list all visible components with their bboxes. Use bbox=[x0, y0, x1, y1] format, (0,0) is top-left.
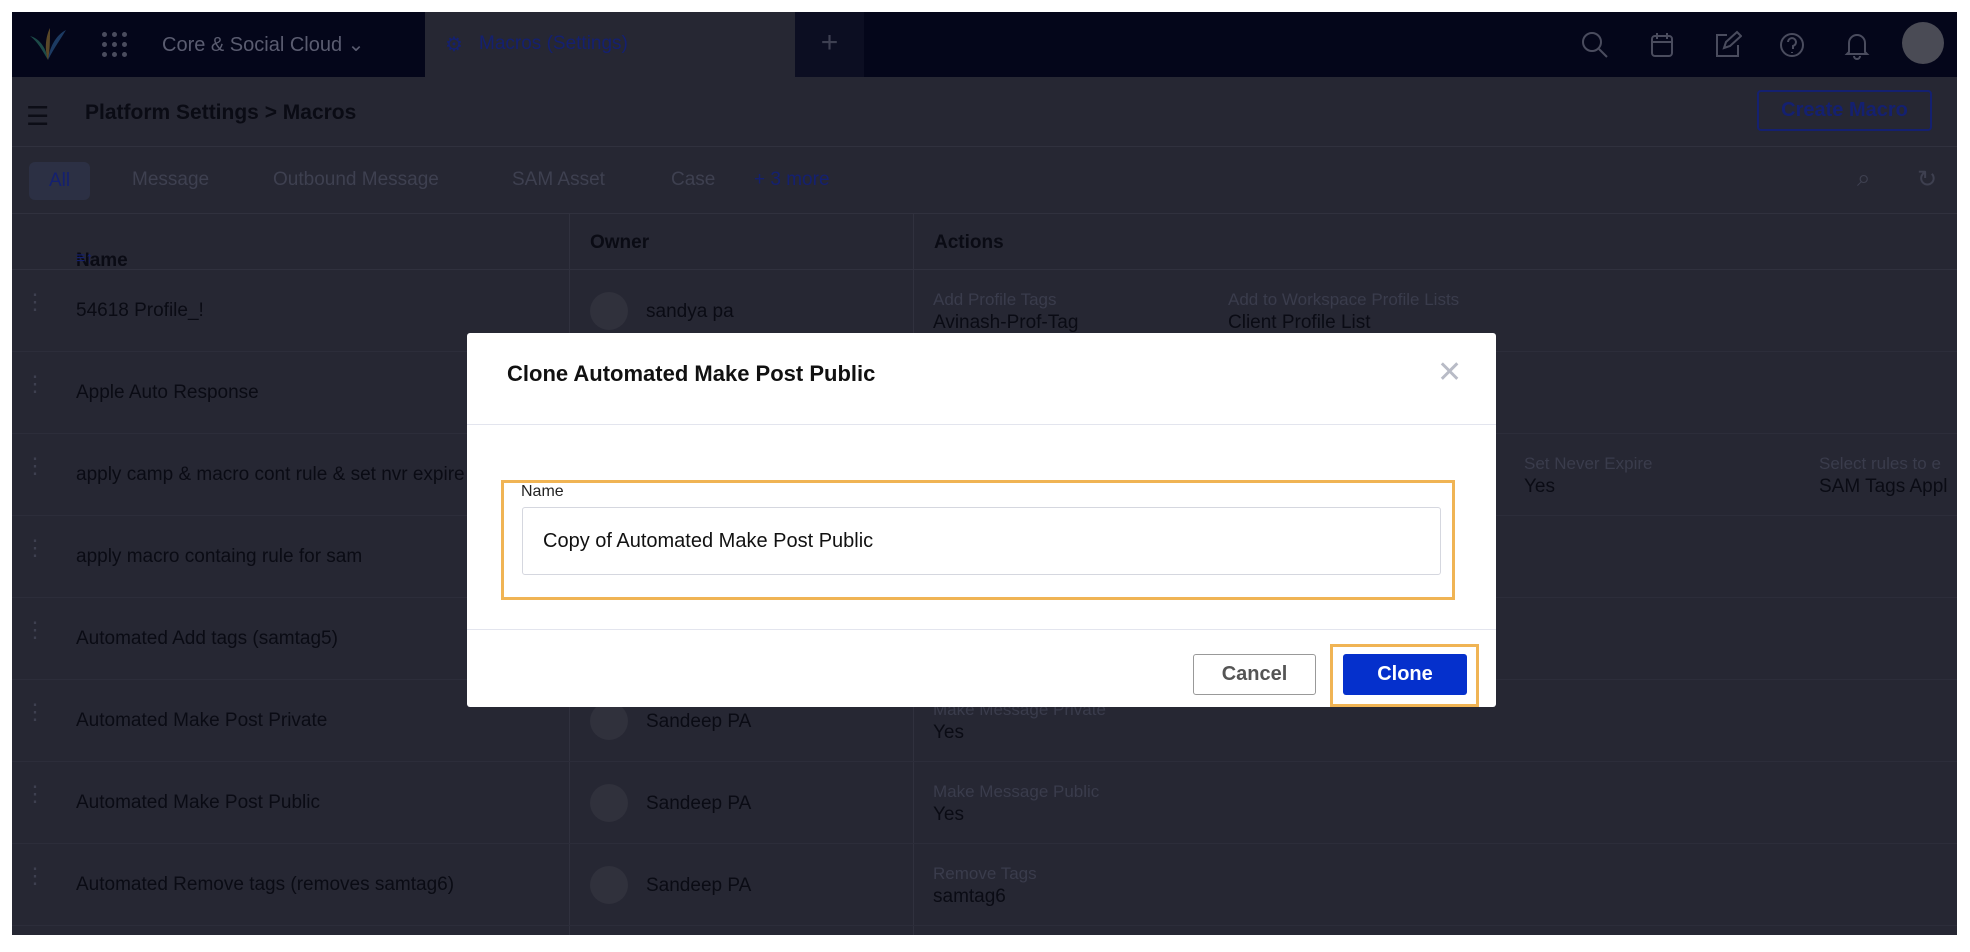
sort-icon[interactable]: ≡↑ bbox=[76, 250, 93, 268]
table-row[interactable]: ⋮ Automated Remove tags (removes samtag6… bbox=[12, 844, 1957, 926]
action-item: Set Never Expire Yes bbox=[1524, 454, 1653, 497]
row-menu-icon[interactable]: ⋮ bbox=[24, 701, 46, 723]
action-item: Remove Tags samtag6 bbox=[933, 864, 1037, 907]
divider bbox=[467, 629, 1496, 630]
breadcrumb: Platform Settings > Macros bbox=[85, 101, 357, 124]
filter-tab-case[interactable]: Case bbox=[671, 169, 715, 191]
action-item: Add to Workspace Profile Lists Client Pro… bbox=[1228, 290, 1460, 333]
row-menu-icon[interactable]: ⋮ bbox=[24, 373, 46, 395]
filter-tab-all[interactable]: All bbox=[29, 162, 91, 200]
cloud-switcher[interactable]: Core & Social Cloud ⌄ bbox=[162, 32, 364, 57]
action-item: Make Message Public Yes bbox=[933, 782, 1100, 825]
clone-macro-dialog: Clone Automated Make Post Public ✕ Name … bbox=[467, 333, 1496, 707]
filter-more[interactable]: + 3 more bbox=[754, 169, 830, 191]
row-menu-icon[interactable]: ⋮ bbox=[24, 291, 46, 313]
search-icon[interactable]: ⌕ bbox=[1857, 165, 1870, 193]
calendar-icon[interactable] bbox=[1647, 30, 1677, 60]
action-item: Select rules to e SAM Tags Appl bbox=[1819, 454, 1948, 497]
column-owner: Owner bbox=[590, 232, 650, 253]
app-window: Core & Social Cloud ⌄ ⚙ Macros (Settings)… bbox=[12, 12, 1957, 935]
close-icon[interactable]: ✕ bbox=[1437, 355, 1462, 390]
dialog-title: Clone Automated Make Post Public bbox=[507, 361, 876, 386]
refresh-icon[interactable]: ↻ bbox=[1917, 165, 1937, 194]
compose-icon[interactable] bbox=[1712, 30, 1742, 60]
new-tab-button[interactable]: + bbox=[795, 12, 864, 77]
bell-icon[interactable] bbox=[1842, 30, 1872, 60]
page-header: ☰ Platform Settings > Macros Create Macr… bbox=[12, 77, 1957, 147]
macro-name[interactable]: 54618 Profile_! bbox=[76, 300, 571, 322]
help-icon[interactable] bbox=[1777, 30, 1807, 60]
filter-tab-outbound-message[interactable]: Outbound Message bbox=[273, 169, 439, 191]
avatar bbox=[590, 866, 628, 904]
row-menu-icon[interactable]: ⋮ bbox=[24, 865, 46, 887]
row-menu-icon[interactable]: ⋮ bbox=[24, 783, 46, 805]
name-label: Name bbox=[521, 483, 564, 500]
name-input[interactable] bbox=[522, 507, 1441, 575]
macro-name[interactable]: Automated Make Post Public bbox=[76, 792, 571, 814]
macro-name[interactable]: Automated Make Post Private bbox=[76, 710, 571, 732]
table-header: Name ≡↑ Owner Actions bbox=[12, 214, 1957, 271]
macro-name[interactable]: Automated Remove tags (removes samtag6) bbox=[76, 874, 571, 896]
logo-icon bbox=[30, 28, 66, 60]
divider bbox=[467, 424, 1496, 425]
avatar[interactable] bbox=[1902, 22, 1944, 64]
cancel-button[interactable]: Cancel bbox=[1193, 654, 1316, 695]
filter-tab-sam-asset[interactable]: SAM Asset bbox=[512, 169, 605, 191]
row-menu-icon[interactable]: ⋮ bbox=[24, 537, 46, 559]
avatar bbox=[590, 702, 628, 740]
search-icon[interactable] bbox=[1580, 30, 1610, 60]
row-menu-icon[interactable]: ⋮ bbox=[24, 455, 46, 477]
app-grid-icon[interactable] bbox=[102, 32, 128, 58]
table-row[interactable]: ⋮ Automated Make Post Public Sandeep PA Ma… bbox=[12, 762, 1957, 844]
avatar bbox=[590, 292, 628, 330]
column-actions: Actions bbox=[934, 232, 1004, 253]
avatar bbox=[590, 784, 628, 822]
hamburger-menu-icon[interactable]: ☰ bbox=[26, 101, 49, 132]
row-menu-icon[interactable]: ⋮ bbox=[24, 619, 46, 641]
gear-icon: ⚙ bbox=[445, 34, 463, 56]
filter-tabs: All Message Outbound Message SAM Asset C… bbox=[12, 147, 1957, 214]
chevron-down-icon: ⌄ bbox=[347, 34, 365, 56]
tab-macros-settings[interactable]: ⚙ Macros (Settings) bbox=[425, 12, 795, 77]
clone-button[interactable]: Clone bbox=[1343, 654, 1467, 695]
create-macro-button[interactable]: Create Macro bbox=[1757, 90, 1932, 131]
action-item: Add Profile Tags Avinash-Prof-Tag bbox=[933, 290, 1079, 333]
top-nav: Core & Social Cloud ⌄ ⚙ Macros (Settings)… bbox=[12, 12, 1957, 77]
filter-tab-message[interactable]: Message bbox=[132, 169, 209, 191]
